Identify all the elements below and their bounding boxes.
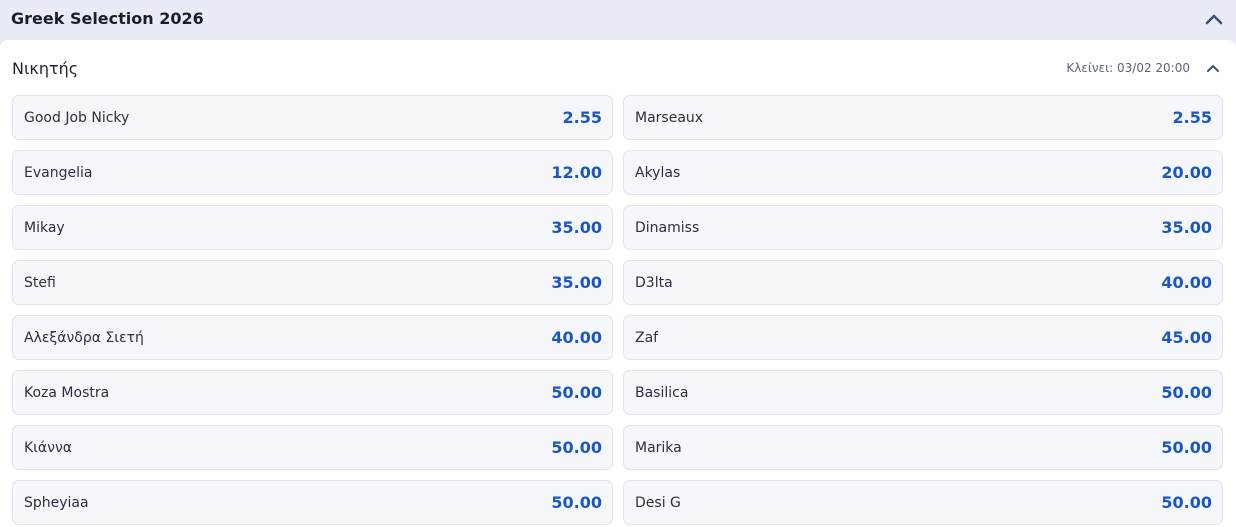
market-title: Νικητής (12, 58, 79, 78)
selection-odds: 50.00 (1161, 438, 1212, 457)
selection-button[interactable]: Basilica 50.00 (623, 370, 1223, 415)
selection-odds: 50.00 (551, 438, 602, 457)
selection-button[interactable]: Αλεξάνδρα Σιετή 40.00 (12, 315, 613, 360)
market-panel: Νικητής Κλείνει: 03/02 20:00 Good Job Ni… (0, 40, 1236, 527)
selection-name: Basilica (635, 384, 689, 401)
selection-button[interactable]: Κιάννα 50.00 (12, 425, 613, 470)
selection-name: Zaf (635, 329, 659, 346)
selection-name: D3lta (635, 274, 673, 291)
selection-odds: 2.55 (1172, 108, 1212, 127)
selection-name: Desi G (635, 494, 681, 511)
selections-grid: Good Job Nicky 2.55 Marseaux 2.55 Evange… (12, 95, 1223, 525)
selection-odds: 2.55 (562, 108, 602, 127)
market-collapse-button[interactable] (1202, 57, 1224, 79)
selection-button[interactable]: Zaf 45.00 (623, 315, 1223, 360)
selection-name: Dinamiss (635, 219, 700, 236)
selection-odds: 50.00 (551, 493, 602, 512)
selection-button[interactable]: Good Job Nicky 2.55 (12, 95, 613, 140)
selection-button[interactable]: Evangelia 12.00 (12, 150, 613, 195)
selection-odds: 40.00 (551, 328, 602, 347)
selection-button[interactable]: Spheyiaa 50.00 (12, 480, 613, 525)
selection-odds: 35.00 (1161, 218, 1212, 237)
selection-button[interactable]: Desi G 50.00 (623, 480, 1223, 525)
selection-button[interactable]: Dinamiss 35.00 (623, 205, 1223, 250)
selection-odds: 35.00 (551, 218, 602, 237)
selection-odds: 50.00 (551, 383, 602, 402)
selection-name: Stefi (24, 274, 56, 291)
selection-odds: 45.00 (1161, 328, 1212, 347)
market-header-right: Κλείνει: 03/02 20:00 (1066, 57, 1224, 79)
selection-name: Koza Mostra (24, 384, 110, 401)
event-collapse-button[interactable] (1203, 8, 1225, 30)
selection-button[interactable]: Marika 50.00 (623, 425, 1223, 470)
selection-button[interactable]: Mikay 35.00 (12, 205, 613, 250)
selection-name: Evangelia (24, 164, 93, 181)
selection-button[interactable]: Marseaux 2.55 (623, 95, 1223, 140)
selection-name: Αλεξάνδρα Σιετή (24, 329, 144, 346)
selection-button[interactable]: Koza Mostra 50.00 (12, 370, 613, 415)
selection-name: Marika (635, 439, 682, 456)
selection-odds: 20.00 (1161, 163, 1212, 182)
chevron-up-icon (1205, 14, 1223, 24)
selection-odds: 35.00 (551, 273, 602, 292)
chevron-up-icon (1207, 65, 1219, 72)
market-closing-time: Κλείνει: 03/02 20:00 (1066, 61, 1190, 75)
selection-odds: 50.00 (1161, 493, 1212, 512)
selection-button[interactable]: Stefi 35.00 (12, 260, 613, 305)
market-header: Νικητής Κλείνει: 03/02 20:00 (0, 40, 1236, 96)
selection-name: Marseaux (635, 109, 704, 126)
selection-name: Spheyiaa (24, 494, 89, 511)
selection-odds: 50.00 (1161, 383, 1212, 402)
event-title: Greek Selection 2026 (11, 9, 204, 28)
selection-name: Κιάννα (24, 439, 73, 456)
selection-name: Mikay (24, 219, 65, 236)
selection-button[interactable]: Akylas 20.00 (623, 150, 1223, 195)
selection-odds: 12.00 (551, 163, 602, 182)
selection-name: Akylas (635, 164, 681, 181)
selection-button[interactable]: D3lta 40.00 (623, 260, 1223, 305)
event-header: Greek Selection 2026 (0, 0, 1236, 37)
selection-odds: 40.00 (1161, 273, 1212, 292)
selection-name: Good Job Nicky (24, 109, 130, 126)
